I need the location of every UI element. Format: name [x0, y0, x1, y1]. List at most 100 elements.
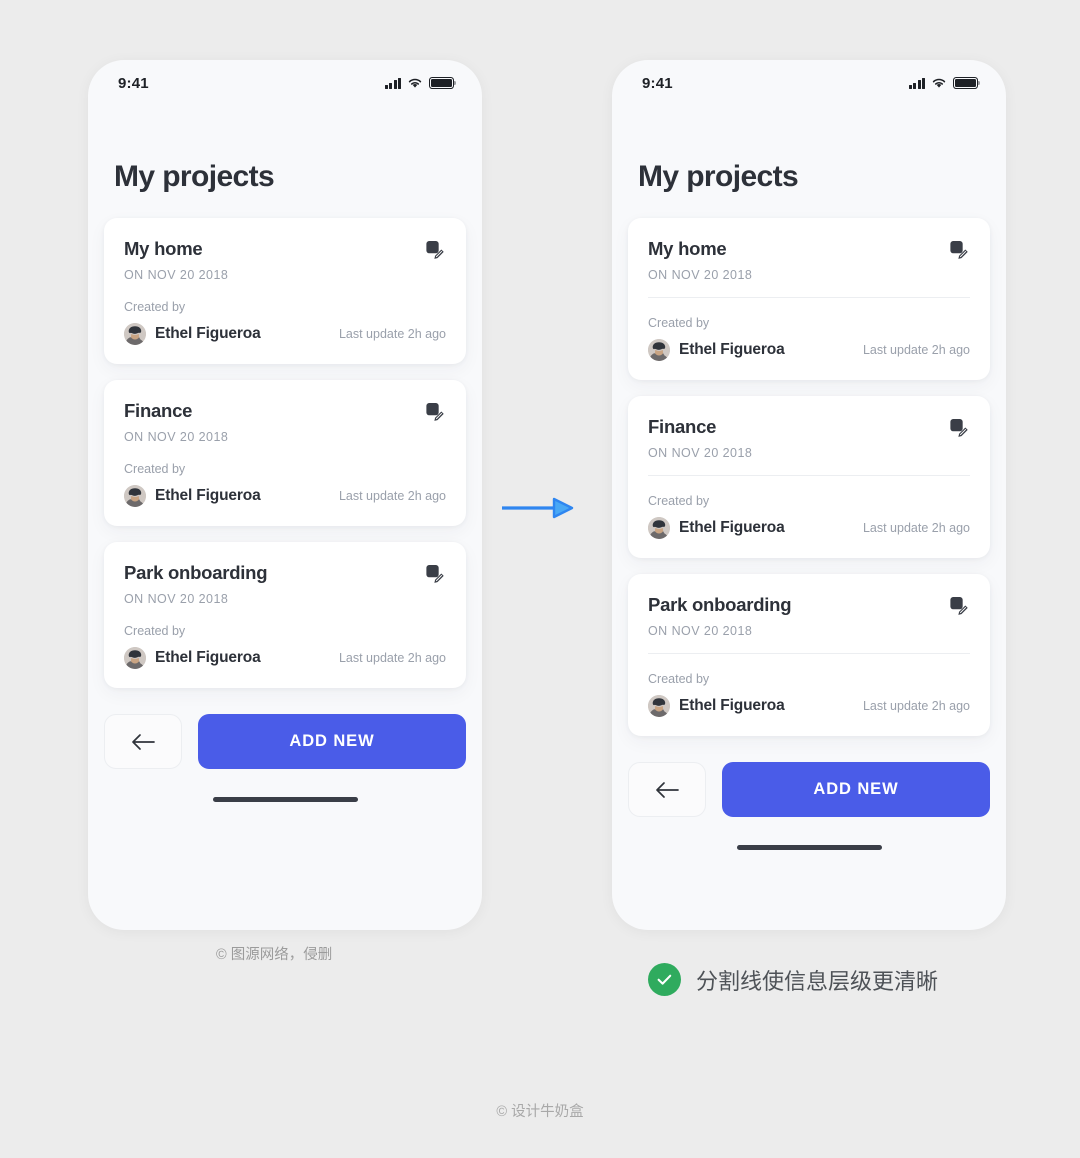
last-update: Last update 2h ago — [862, 343, 970, 357]
author: Ethel Figueroa — [648, 695, 785, 717]
project-date: ON NOV 20 2018 — [124, 592, 229, 606]
status-time: 9:41 — [118, 74, 149, 92]
user-avatar — [124, 647, 146, 669]
bottom-action-bar: ADD NEW — [612, 752, 1006, 817]
author: Ethel Figueroa — [124, 485, 261, 507]
project-list: My home ON NOV 20 2018 Created by Ethel … — [88, 194, 482, 688]
created-by-label: Created by — [124, 624, 186, 638]
user-avatar — [124, 323, 146, 345]
phone-mockup-after: 9:41 My projects My home ON NOV 20 2018 — [612, 60, 1006, 930]
status-time: 9:41 — [642, 74, 673, 92]
project-title: Finance — [648, 416, 717, 437]
created-by-label: Created by — [648, 316, 710, 330]
card-header: Park onboarding ON NOV 20 2018 — [124, 562, 446, 606]
card-header: My home ON NOV 20 2018 — [648, 238, 970, 282]
battery-full-icon — [953, 77, 981, 89]
left-caption: © 图源网络，侵删 — [216, 947, 333, 963]
edit-pencil-icon[interactable] — [948, 595, 970, 617]
wifi-icon — [932, 78, 946, 88]
project-list: My home ON NOV 20 2018 Created by Ethel … — [612, 194, 1006, 736]
card-footer: Ethel Figueroa Last update 2h ago — [648, 517, 970, 539]
add-new-button[interactable]: ADD NEW — [722, 762, 990, 817]
card-footer: Ethel Figueroa Last update 2h ago — [124, 323, 446, 345]
cellular-signal-icon — [384, 77, 401, 89]
ok-annotation-text: 分割线使信息层级更清晰 — [696, 968, 939, 994]
author-name: Ethel Figueroa — [679, 697, 785, 714]
page-title: My projects — [114, 160, 275, 193]
last-update: Last update 2h ago — [862, 699, 970, 713]
created-by-label: Created by — [124, 300, 186, 314]
user-avatar — [648, 517, 670, 539]
page-footer: © 设计牛奶盒 — [496, 1104, 584, 1120]
card-footer: Ethel Figueroa Last update 2h ago — [124, 647, 446, 669]
author: Ethel Figueroa — [124, 323, 261, 345]
edit-pencil-icon[interactable] — [948, 417, 970, 439]
project-date: ON NOV 20 2018 — [648, 268, 753, 282]
last-update: Last update 2h ago — [338, 651, 446, 665]
project-card[interactable]: My home ON NOV 20 2018 Created by Ethel … — [628, 218, 990, 380]
arrow-left-icon — [656, 781, 679, 798]
project-date: ON NOV 20 2018 — [124, 268, 229, 282]
project-date: ON NOV 20 2018 — [124, 430, 229, 444]
last-update: Last update 2h ago — [862, 521, 970, 535]
card-footer: Ethel Figueroa Last update 2h ago — [648, 339, 970, 361]
project-title: My home — [124, 238, 203, 259]
card-divider — [648, 653, 970, 654]
cellular-signal-icon — [908, 77, 925, 89]
battery-full-icon — [429, 77, 457, 89]
author: Ethel Figueroa — [648, 517, 785, 539]
project-title: My home — [648, 238, 727, 259]
edit-pencil-icon[interactable] — [424, 239, 446, 261]
card-header: Park onboarding ON NOV 20 2018 — [648, 594, 970, 638]
author: Ethel Figueroa — [124, 647, 261, 669]
card-footer: Ethel Figueroa Last update 2h ago — [124, 485, 446, 507]
author-name: Ethel Figueroa — [679, 519, 785, 536]
user-avatar — [648, 339, 670, 361]
user-avatar — [648, 695, 670, 717]
ok-annotation: 分割线使信息层级更清晰 — [648, 963, 938, 996]
page-title: My projects — [638, 160, 799, 193]
arrow-right-icon — [502, 497, 574, 519]
project-card[interactable]: Park onboarding ON NOV 20 2018 Created b… — [104, 542, 466, 688]
last-update: Last update 2h ago — [338, 489, 446, 503]
project-title: Park onboarding — [124, 562, 268, 583]
author-name: Ethel Figueroa — [155, 325, 261, 342]
card-divider — [648, 475, 970, 476]
project-card[interactable]: Finance ON NOV 20 2018 Created by Ethel … — [104, 380, 466, 526]
edit-pencil-icon[interactable] — [948, 239, 970, 261]
wifi-icon — [408, 78, 422, 88]
home-indicator — [736, 845, 882, 850]
card-divider — [648, 297, 970, 298]
status-icons — [908, 77, 981, 89]
project-title: Finance — [124, 400, 193, 421]
back-button[interactable] — [104, 714, 182, 769]
arrow-left-icon — [132, 733, 155, 750]
project-date: ON NOV 20 2018 — [648, 446, 753, 460]
project-card[interactable]: Finance ON NOV 20 2018 Created by Ethel … — [628, 396, 990, 558]
author: Ethel Figueroa — [648, 339, 785, 361]
card-footer: Ethel Figueroa Last update 2h ago — [648, 695, 970, 717]
created-by-label: Created by — [648, 494, 710, 508]
edit-pencil-icon[interactable] — [424, 401, 446, 423]
card-header: Finance ON NOV 20 2018 — [124, 400, 446, 444]
project-card[interactable]: My home ON NOV 20 2018 Created by Ethel … — [104, 218, 466, 364]
edit-pencil-icon[interactable] — [424, 563, 446, 585]
project-date: ON NOV 20 2018 — [648, 624, 753, 638]
author-name: Ethel Figueroa — [679, 341, 785, 358]
back-button[interactable] — [628, 762, 706, 817]
author-name: Ethel Figueroa — [155, 487, 261, 504]
last-update: Last update 2h ago — [338, 327, 446, 341]
created-by-label: Created by — [124, 462, 186, 476]
status-bar: 9:41 — [612, 60, 1006, 106]
bottom-action-bar: ADD NEW — [88, 704, 482, 769]
author-name: Ethel Figueroa — [155, 649, 261, 666]
project-card[interactable]: Park onboarding ON NOV 20 2018 Created b… — [628, 574, 990, 736]
add-new-button[interactable]: ADD NEW — [198, 714, 466, 769]
created-by-label: Created by — [648, 672, 710, 686]
user-avatar — [124, 485, 146, 507]
home-indicator — [212, 797, 358, 802]
phone-mockup-before: 9:41 My projects My home ON NOV 20 2018 — [88, 60, 482, 930]
project-title: Park onboarding — [648, 594, 792, 615]
status-icons — [384, 77, 457, 89]
status-bar: 9:41 — [88, 60, 482, 106]
